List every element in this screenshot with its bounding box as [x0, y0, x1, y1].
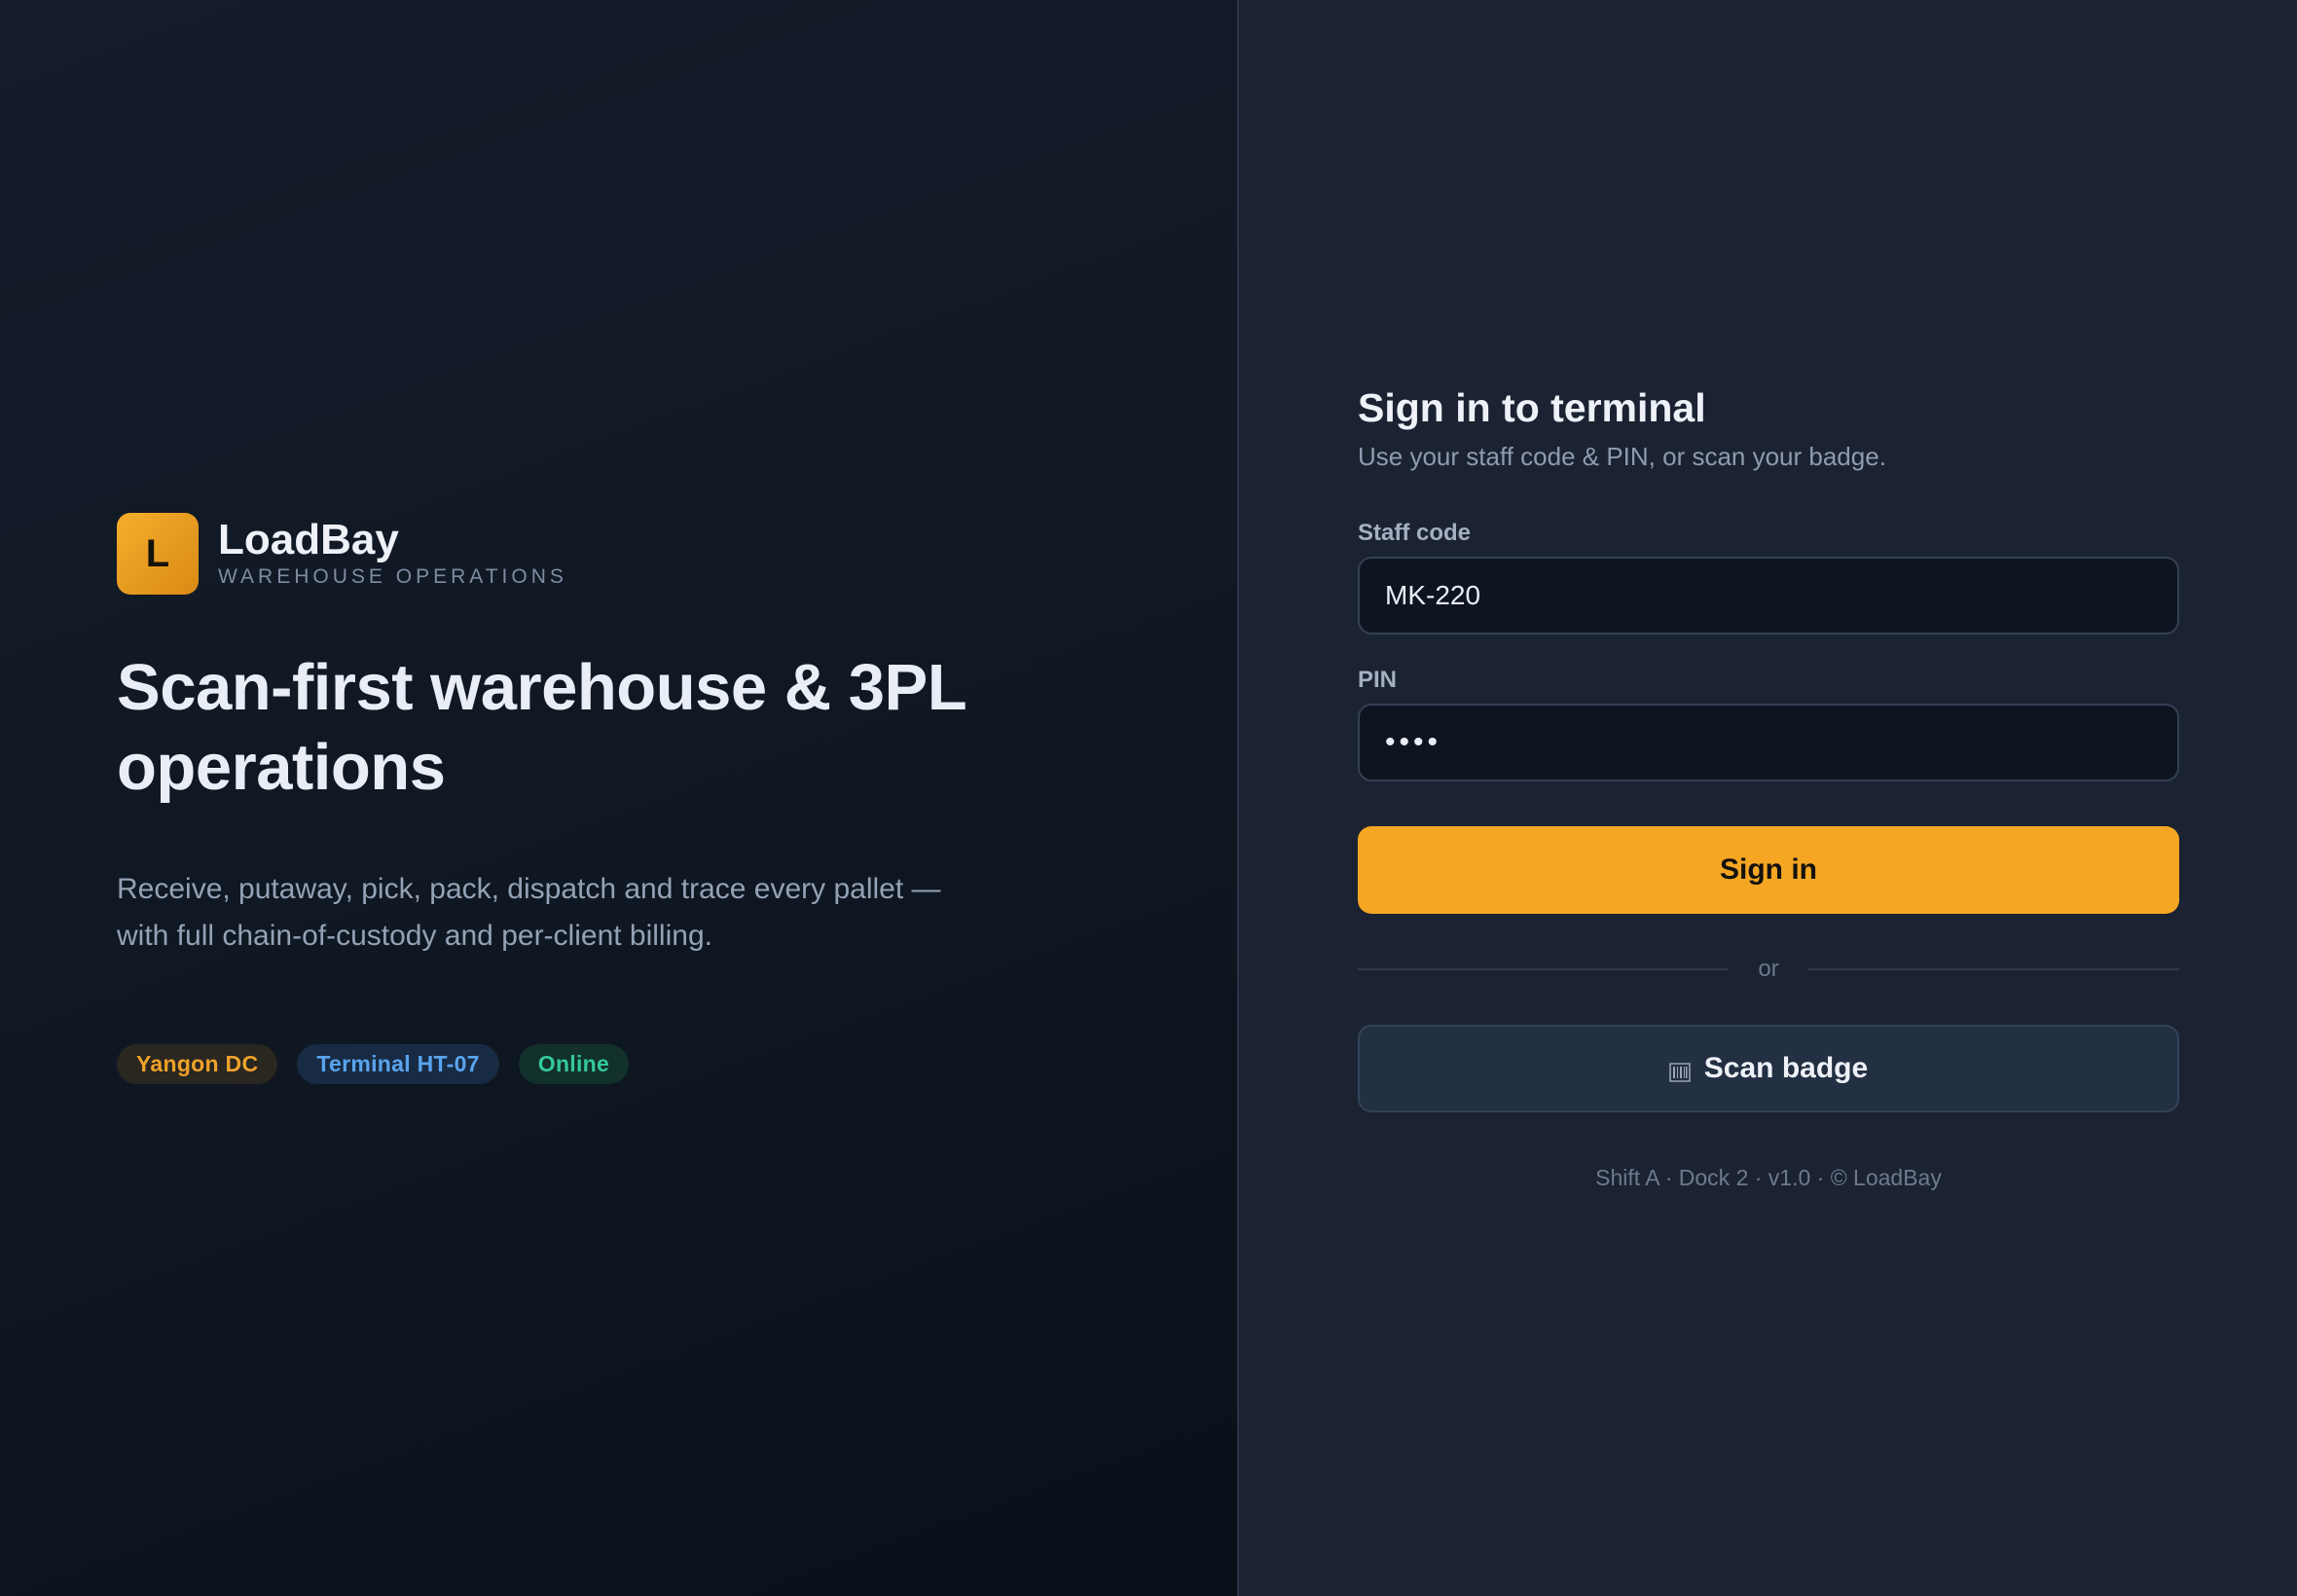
- signin-title: Sign in to terminal: [1358, 385, 1706, 430]
- hero-description: Receive, putaway, pick, pack, dispatch a…: [117, 873, 941, 952]
- status-badge: Online: [518, 1044, 630, 1084]
- divider-text: or: [1758, 956, 1779, 982]
- hero-title: Scan-first warehouse & 3PL operations: [117, 651, 966, 804]
- location-badge: Yangon DC: [117, 1044, 278, 1084]
- brand-panel: L LoadBay WAREHOUSE OPERATIONS Scan-firs…: [0, 0, 1239, 1596]
- pin-label: PIN: [1358, 667, 1398, 693]
- login-page: L LoadBay WAREHOUSE OPERATIONS Scan-firs…: [0, 0, 2297, 1596]
- signin-button[interactable]: Sign in: [1358, 826, 2179, 914]
- signin-subtitle: Use your staff code & PIN, or scan your …: [1358, 442, 1886, 471]
- scan-badge-button[interactable]: Scan badge: [1358, 1025, 2179, 1112]
- pin-input[interactable]: [1358, 704, 2179, 781]
- logo-letter: L: [145, 531, 170, 575]
- barcode-icon: [1669, 1058, 1691, 1082]
- scan-badge-label: Scan badge: [1703, 1052, 1869, 1084]
- brand-header: L LoadBay WAREHOUSE OPERATIONS: [117, 513, 567, 595]
- footer-meta: Shift A · Dock 2 · v1.0 · © LoadBay: [1595, 1165, 1942, 1190]
- brand-text: LoadBay WAREHOUSE OPERATIONS: [218, 518, 567, 590]
- or-divider: or: [1358, 955, 2179, 984]
- staff-code-label: Staff code: [1358, 520, 1472, 546]
- staff-code-input[interactable]: [1358, 557, 2179, 635]
- brand-name: LoadBay: [218, 516, 399, 563]
- divider-line-left: [1358, 968, 1730, 970]
- terminal-badge: Terminal HT-07: [297, 1044, 499, 1084]
- status-chips: Yangon DC Terminal HT-07 Online: [117, 1044, 630, 1084]
- divider-line-right: [1807, 968, 2179, 970]
- signin-panel: Sign in to terminal Use your staff code …: [1239, 0, 2297, 1596]
- logo: L: [117, 513, 199, 595]
- brand-tagline: WAREHOUSE OPERATIONS: [218, 565, 567, 588]
- signin-form: Sign in to terminal Use your staff code …: [1358, 383, 2179, 1192]
